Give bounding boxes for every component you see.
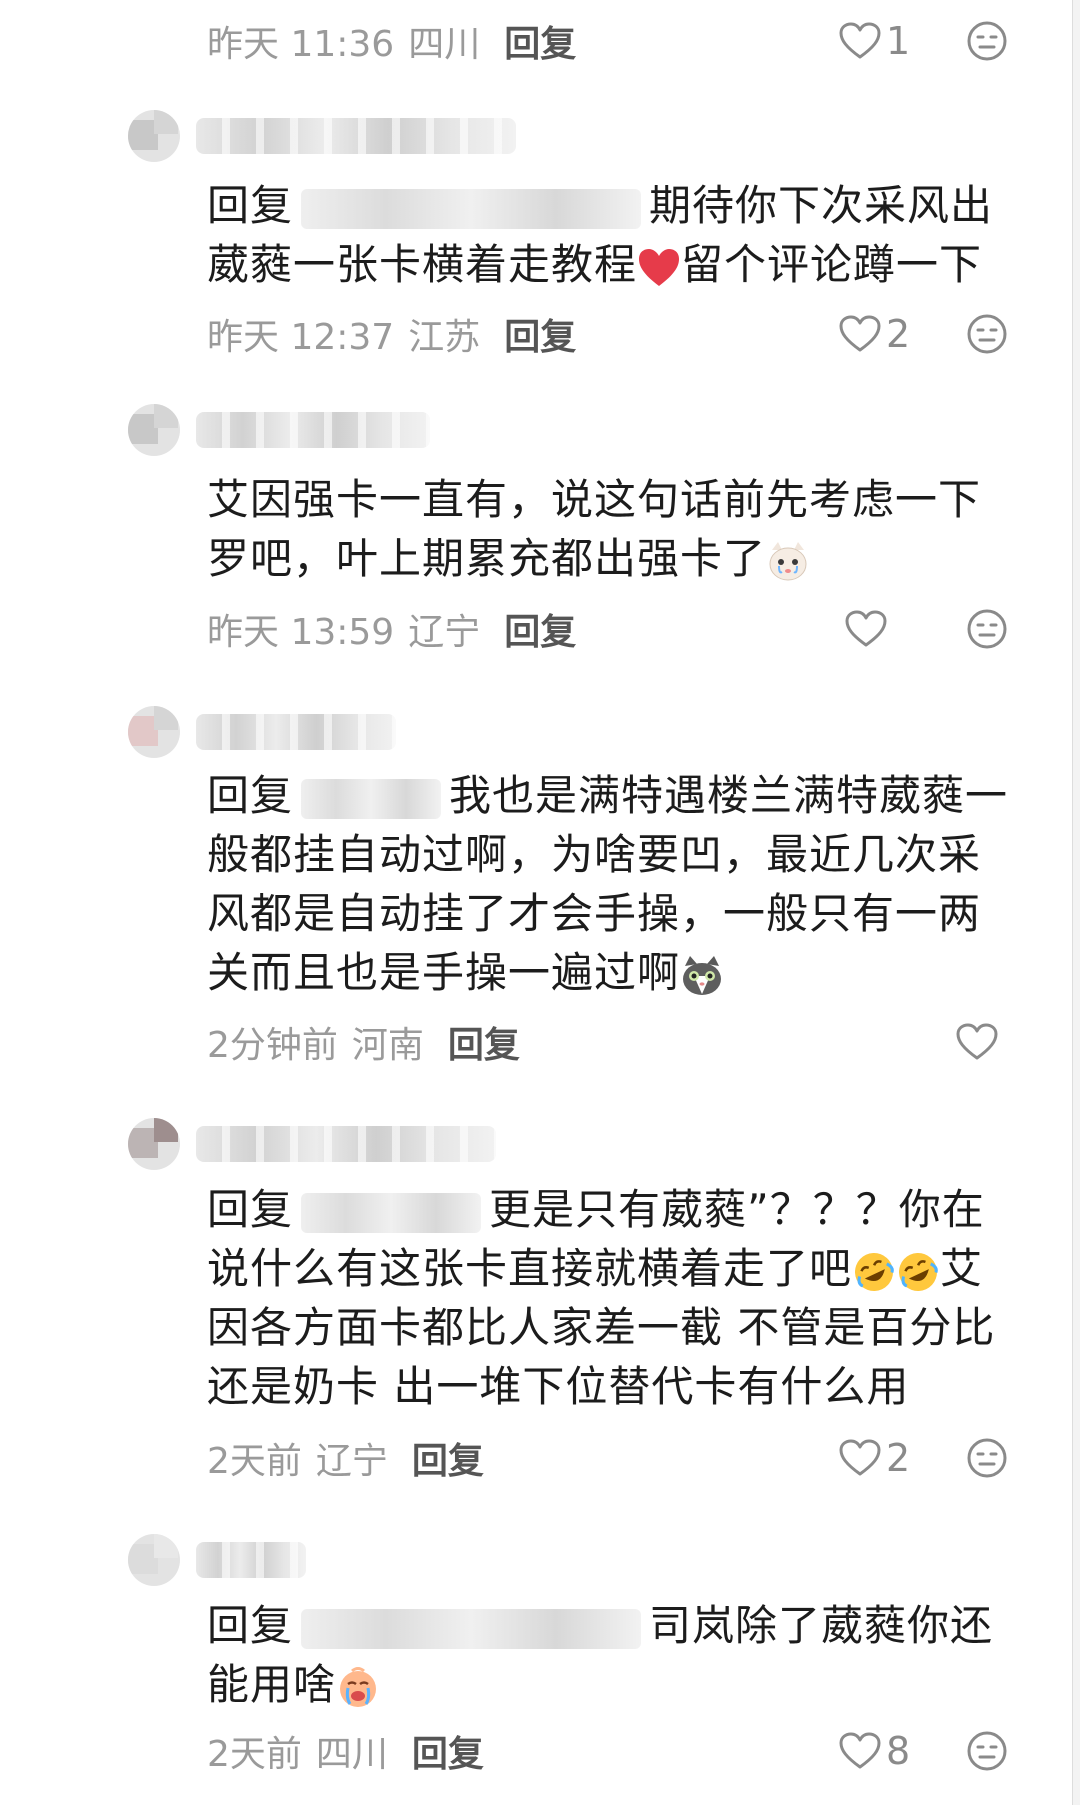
mention-blurred[interactable] xyxy=(301,1192,482,1233)
heart-outline-icon xyxy=(838,1731,882,1771)
like-count: 1 xyxy=(886,19,911,63)
comment-line: 留个评论蹲一下 xyxy=(681,240,983,289)
comment-time: 2天前 xyxy=(207,1734,302,1775)
comment-time: 昨天 11:36 xyxy=(207,24,395,65)
comment-text: 艾因强卡一直有，说这句话前先考虑一下 罗吧，叶上期累充都出强卡了 xyxy=(207,470,981,588)
comment-meta: 昨天 13:59 辽宁 回复 xyxy=(207,604,576,654)
comment-text: 回复 我也是满特遇楼兰满特葳蕤一 般都挂自动过啊，为啥要凹，最近几次采 风都是自动… xyxy=(207,766,1008,1002)
dislike-button[interactable] xyxy=(966,1730,1008,1772)
reply-button[interactable]: 回复 xyxy=(412,1432,484,1484)
comment-text: 回复 期待你下次采风出 葳蕤一张卡横着走教程 留个评论蹲一下 xyxy=(207,176,993,294)
comment-line: 还是奶卡 出一堆下位替代卡有什么用 xyxy=(207,1362,910,1411)
like-button[interactable] xyxy=(955,1017,999,1067)
username-blurred[interactable] xyxy=(196,412,430,448)
meh-face-icon xyxy=(966,608,1008,650)
like-count: 8 xyxy=(886,1729,911,1773)
reply-prefix: 回复 xyxy=(207,771,294,820)
dislike-button[interactable] xyxy=(966,608,1008,650)
scrollbar-track[interactable] xyxy=(1072,0,1080,1805)
heart-outline-icon xyxy=(838,314,882,354)
comment-line: 艾因强卡一直有，说这句话前先考虑一下 xyxy=(207,475,982,524)
like-button[interactable]: 2 xyxy=(838,309,910,359)
username-blurred[interactable] xyxy=(196,1126,496,1162)
reply-button[interactable]: 回复 xyxy=(448,1016,520,1068)
comment-text: 回复 更是只有葳蕤”？？？你在 说什么有这张卡直接就横着走了吧 艾 因各方面卡都比人… xyxy=(207,1180,995,1416)
comment-line: 葳蕤一张卡横着走教程 xyxy=(207,240,638,289)
like-button[interactable] xyxy=(844,604,888,654)
comment-line: 关而且也是手操一遍过啊 xyxy=(207,948,681,997)
like-count: 2 xyxy=(886,1436,911,1480)
meh-face-icon xyxy=(966,1437,1008,1479)
comment-location: 四川 xyxy=(408,24,481,65)
comment-time: 昨天 13:59 xyxy=(207,612,395,653)
comment-meta: 2天前 辽宁 回复 xyxy=(207,1433,484,1483)
reply-prefix: 回复 xyxy=(207,1185,294,1234)
username-blurred[interactable] xyxy=(196,118,516,154)
mention-blurred[interactable] xyxy=(301,1608,642,1649)
comment-line: 艾 xyxy=(940,1244,984,1293)
comment-meta: 昨天 12:37 江苏 回复 xyxy=(207,309,576,359)
dislike-button[interactable] xyxy=(966,1437,1008,1479)
red-heart-emoji xyxy=(637,246,681,290)
heart-outline-icon xyxy=(838,21,882,61)
crying-face-emoji xyxy=(336,1666,380,1710)
reply-button[interactable]: 回复 xyxy=(504,603,576,655)
comment-line: 说什么有这张卡直接就横着走了吧 xyxy=(207,1244,853,1293)
reply-button[interactable]: 回复 xyxy=(504,308,576,360)
comment-text: 回复 司岚除了葳蕤你还 能用啥 xyxy=(207,1596,993,1714)
heart-outline-icon xyxy=(844,609,888,649)
username-blurred[interactable] xyxy=(196,1542,306,1578)
comment-meta: 2天前 四川 回复 xyxy=(207,1726,484,1776)
username-blurred[interactable] xyxy=(196,714,396,750)
crying-cat-emoji xyxy=(766,540,810,584)
meh-face-icon xyxy=(966,1730,1008,1772)
comment-meta: 2分钟前 河南 回复 xyxy=(207,1017,520,1067)
comment-line: 司岚除了葳蕤你还 xyxy=(649,1601,994,1650)
like-button[interactable]: 2 xyxy=(838,1433,910,1483)
like-count: 2 xyxy=(886,312,911,356)
reply-button[interactable]: 回复 xyxy=(504,15,576,67)
comment-line: 因各方面卡都比人家差一截 不管是百分比 xyxy=(207,1303,996,1352)
comment-line: 能用啥 xyxy=(207,1660,337,1709)
mention-blurred[interactable] xyxy=(301,778,442,819)
comment-time: 2天前 xyxy=(207,1441,302,1482)
avatar[interactable] xyxy=(128,706,180,758)
rofl-emoji xyxy=(852,1250,896,1294)
reply-button[interactable]: 回复 xyxy=(412,1725,484,1777)
dislike-button[interactable] xyxy=(966,313,1008,355)
comment-line: 风都是自动挂了才会手操，一般只有一两 xyxy=(207,889,982,938)
comment-time: 昨天 12:37 xyxy=(207,317,395,358)
comment-location: 四川 xyxy=(315,1734,388,1775)
avatar[interactable] xyxy=(128,404,180,456)
gray-cat-emoji xyxy=(680,954,724,998)
avatar[interactable] xyxy=(128,1534,180,1586)
meh-face-icon xyxy=(966,20,1008,62)
comment-line: 期待你下次采风出 xyxy=(649,181,994,230)
comment-location: 江苏 xyxy=(408,317,481,358)
comment-location: 辽宁 xyxy=(315,1441,388,1482)
comment-line: 罗吧，叶上期累充都出强卡了 xyxy=(207,534,767,583)
avatar[interactable] xyxy=(128,110,180,162)
reply-prefix: 回复 xyxy=(207,181,294,230)
reply-prefix: 回复 xyxy=(207,1601,294,1650)
comment-meta: 昨天 11:36 四川 回复 xyxy=(207,16,576,66)
comment-line: 更是只有葳蕤”？？？你在 xyxy=(489,1185,985,1234)
comment-location: 辽宁 xyxy=(408,612,481,653)
like-button[interactable]: 1 xyxy=(838,16,910,66)
heart-outline-icon xyxy=(955,1022,999,1062)
meh-face-icon xyxy=(966,313,1008,355)
comment-line: 般都挂自动过啊，为啥要凹，最近几次采 xyxy=(207,830,982,879)
mention-blurred[interactable] xyxy=(301,188,642,229)
rofl-emoji xyxy=(896,1250,940,1294)
avatar[interactable] xyxy=(128,1118,180,1170)
heart-outline-icon xyxy=(838,1438,882,1478)
comment-time: 2分钟前 xyxy=(207,1025,338,1066)
comment-line: 我也是满特遇楼兰满特葳蕤一 xyxy=(449,771,1009,820)
like-button[interactable]: 8 xyxy=(838,1726,910,1776)
dislike-button[interactable] xyxy=(966,20,1008,62)
comment-location: 河南 xyxy=(351,1025,424,1066)
